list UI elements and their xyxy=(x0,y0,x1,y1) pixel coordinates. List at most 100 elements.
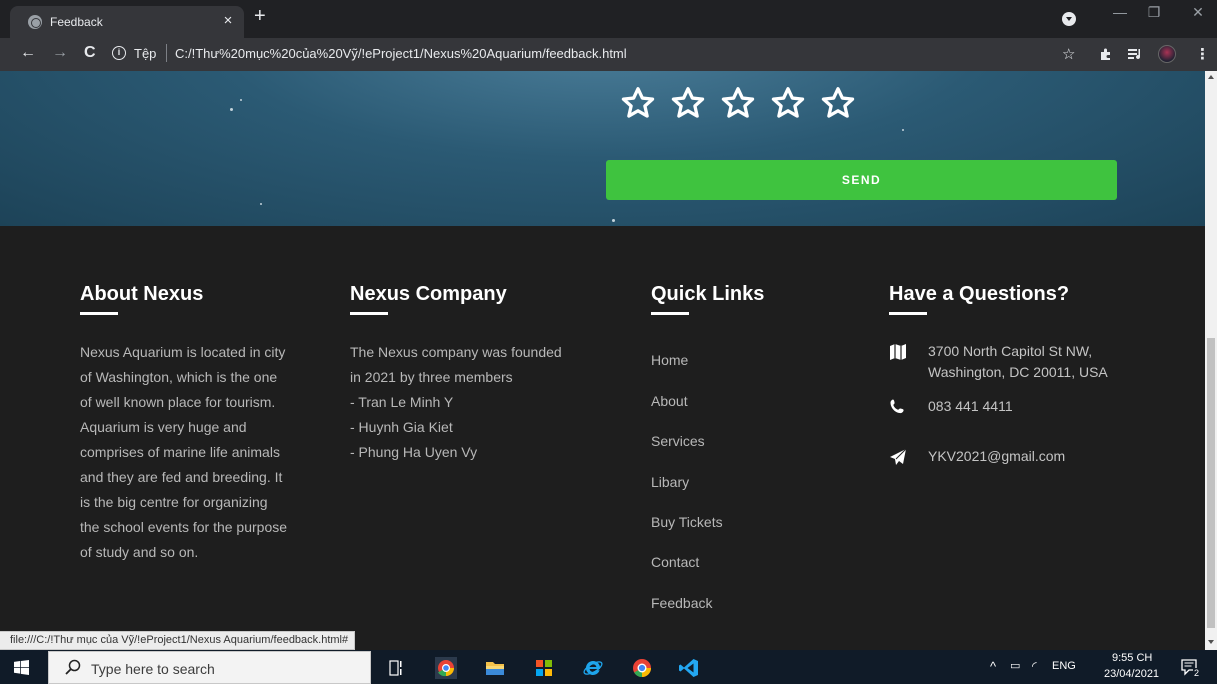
internet-explorer-icon[interactable] xyxy=(582,657,604,679)
footer-link-feedback[interactable]: Feedback xyxy=(651,595,712,611)
info-icon[interactable]: i xyxy=(112,46,126,60)
company-member: - Huynh Gia Kiet xyxy=(350,419,453,435)
rating-star-icon[interactable] xyxy=(720,85,756,121)
store-app-icon[interactable] xyxy=(533,657,555,679)
quick-links-underline xyxy=(651,312,689,315)
address-line-2: Washington, DC 20011, USA xyxy=(928,364,1108,380)
background-sparkle xyxy=(240,99,242,101)
profile-avatar[interactable] xyxy=(1158,45,1176,63)
extensions-icon[interactable] xyxy=(1099,47,1113,61)
background-sparkle xyxy=(612,219,615,222)
file-scheme-label: Tệp xyxy=(134,46,157,61)
footer-link-services[interactable]: Services xyxy=(651,433,705,449)
about-line: of Washington, which is the one xyxy=(80,369,278,385)
search-icon xyxy=(65,659,81,675)
footer-link-about[interactable]: About xyxy=(651,393,688,409)
chrome-icon[interactable] xyxy=(631,657,653,679)
rating-star-icon[interactable] xyxy=(620,85,656,121)
language-indicator[interactable]: ENG xyxy=(1052,660,1076,672)
background-sparkle xyxy=(230,108,233,111)
rating-star-icon[interactable] xyxy=(670,85,706,121)
about-line: of well known place for tourism. xyxy=(80,394,276,410)
scroll-up-icon[interactable] xyxy=(1208,75,1214,79)
screen: Feedback × + — ❐ ✕ ← → C i Tệp C:/!Thư%2… xyxy=(0,0,1217,684)
address-bar[interactable]: i Tệp C:/!Thư%20mục%20của%20Vỹ/!eProject… xyxy=(112,42,1092,68)
scroll-thumb[interactable] xyxy=(1207,338,1215,628)
map-icon xyxy=(890,344,906,360)
task-view-icon[interactable] xyxy=(386,657,408,679)
send-button[interactable]: SEND xyxy=(606,160,1117,200)
about-line: and they are fed and breeding. It xyxy=(80,469,283,485)
site-footer: About Nexus Nexus Aquarium is located in… xyxy=(0,226,1205,650)
back-arrow-icon[interactable]: ← xyxy=(20,44,36,62)
background-sparkle xyxy=(260,203,262,205)
browser-tabbar: Feedback × + — ❐ ✕ xyxy=(0,0,1217,38)
company-text: The Nexus company was founded in 2021 by… xyxy=(350,340,562,465)
company-member: - Tran Le Minh Y xyxy=(350,394,454,410)
footer-link-buy-tickets[interactable]: Buy Tickets xyxy=(651,514,723,530)
address-text: 3700 North Capitol St NW, Washington, DC… xyxy=(928,341,1108,383)
footer-link-libary[interactable]: Libary xyxy=(651,474,689,490)
background-sparkle xyxy=(902,129,904,131)
about-title: About Nexus xyxy=(80,283,204,305)
rating-star-icon[interactable] xyxy=(770,85,806,121)
browser-tab-feedback[interactable]: Feedback × xyxy=(10,6,244,38)
about-line: is the big centre for organizing xyxy=(80,494,268,510)
search-placeholder: Type here to search xyxy=(91,661,215,677)
restore-icon[interactable]: ❐ xyxy=(1142,4,1166,21)
clock-time[interactable]: 9:55 CH xyxy=(1112,652,1152,664)
battery-icon[interactable]: ▭ xyxy=(1010,659,1020,672)
page-scrollbar[interactable] xyxy=(1205,71,1217,650)
company-title-underline xyxy=(350,312,388,315)
forward-arrow-icon[interactable]: → xyxy=(52,44,68,62)
address-line-1: 3700 North Capitol St NW, xyxy=(928,343,1093,359)
company-title: Nexus Company xyxy=(350,283,507,305)
file-explorer-icon[interactable] xyxy=(484,657,506,679)
tab-close-button[interactable]: × xyxy=(220,12,236,29)
tray-overflow-icon[interactable]: ^ xyxy=(990,659,996,674)
omnibox-divider xyxy=(166,44,167,62)
link-status-bubble: file:///C:/!Thư mục của Vỹ/!eProject1/Ne… xyxy=(0,631,356,650)
company-line: in 2021 by three members xyxy=(350,369,513,385)
taskbar-search-box[interactable]: Type here to search xyxy=(48,651,371,684)
rating-star-icon[interactable] xyxy=(820,85,856,121)
url-text[interactable]: C:/!Thư%20mục%20của%20Vỹ/!eProject1/Nexu… xyxy=(175,46,627,61)
footer-link-home[interactable]: Home xyxy=(651,352,688,368)
media-control-icon[interactable] xyxy=(1128,48,1144,60)
page-viewport: SEND About Nexus Nexus Aquarium is locat… xyxy=(0,71,1205,650)
minimize-icon[interactable]: — xyxy=(1108,4,1132,20)
paper-plane-icon xyxy=(890,448,907,465)
vscode-icon[interactable] xyxy=(678,657,700,679)
quick-links-title: Quick Links xyxy=(651,283,765,305)
windows-start-icon[interactable] xyxy=(14,660,29,675)
wifi-icon[interactable]: ◜ xyxy=(1032,659,1037,673)
scroll-down-icon[interactable] xyxy=(1208,640,1214,644)
tab-search-icon[interactable] xyxy=(1062,12,1076,26)
menu-dots-icon[interactable]: ⋮ xyxy=(1195,45,1210,63)
company-line: The Nexus company was founded xyxy=(350,344,562,360)
tab-title: Feedback xyxy=(50,15,103,29)
globe-icon xyxy=(28,15,42,29)
chrome-alt-icon[interactable] xyxy=(435,657,457,679)
about-line: Aquarium is very huge and xyxy=(80,419,247,435)
email-text[interactable]: YKV2021@gmail.com xyxy=(928,446,1065,467)
phone-icon xyxy=(890,399,904,414)
close-window-icon[interactable]: ✕ xyxy=(1186,4,1210,21)
phone-text: 083 441 4411 xyxy=(928,398,1013,414)
notification-count: 2 xyxy=(1193,668,1201,678)
bookmark-star-icon[interactable]: ☆ xyxy=(1062,45,1075,63)
clock-date[interactable]: 23/04/2021 xyxy=(1104,668,1159,680)
questions-title: Have a Questions? xyxy=(889,283,1070,305)
company-member: - Phung Ha Uyen Vy xyxy=(350,444,478,460)
questions-underline xyxy=(889,312,927,315)
about-line: Nexus Aquarium is located in city xyxy=(80,344,286,360)
about-line: of study and so on. xyxy=(80,544,199,560)
about-line: comprises of marine life animals xyxy=(80,444,280,460)
new-tab-button[interactable]: + xyxy=(254,5,266,28)
about-text: Nexus Aquarium is located in city of Was… xyxy=(80,340,287,565)
windows-taskbar: Type here to search ^ ▭ ◜ ENG 9:55 CH 23… xyxy=(0,650,1217,684)
reload-icon[interactable]: C xyxy=(84,44,96,62)
footer-link-contact[interactable]: Contact xyxy=(651,554,699,570)
about-title-underline xyxy=(80,312,118,315)
browser-toolbar: ← → C i Tệp C:/!Thư%20mục%20của%20Vỹ/!eP… xyxy=(0,38,1217,71)
